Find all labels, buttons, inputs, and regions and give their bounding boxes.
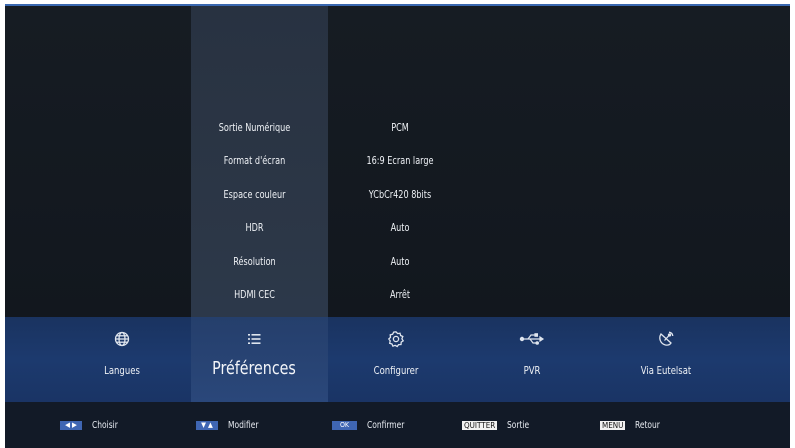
menu-label-configurer: Configurer [373, 365, 419, 377]
list-icon [194, 330, 314, 348]
setting-value-hdr[interactable]: Auto [348, 222, 451, 234]
ok-key-icon: OK [332, 420, 357, 430]
setting-label-hdmi-cec[interactable]: HDMI CEC [196, 289, 314, 301]
setting-value-color-space[interactable]: YCbCr420 8bits [348, 189, 451, 201]
up-down-key-icon: ▼ ▲ [196, 420, 218, 430]
menu-item-pvr[interactable]: PVR [472, 330, 592, 377]
footer-label-confirmer: Confirmer [367, 419, 405, 431]
setting-label-screen-format[interactable]: Format d'écran [196, 155, 314, 167]
footer-hint-sortie: QUITTER Sortie [462, 419, 532, 431]
footer-hint-choisir: ◀ ▶ Choisir [60, 419, 121, 431]
setting-value-resolution[interactable]: Auto [348, 256, 451, 268]
usb-icon [472, 330, 592, 348]
menu-item-via-eutelsat[interactable]: Via Eutelsat [606, 330, 726, 377]
menu-label-via-eutelsat: Via Eutelsat [640, 365, 692, 377]
setting-label-digital-output[interactable]: Sortie Numérique [196, 122, 314, 134]
setting-value-digital-output[interactable]: PCM [348, 122, 451, 134]
footer-hint-modifier: ▼ ▲ Modifier [196, 419, 263, 431]
menu-item-configurer[interactable]: Configurer [336, 330, 456, 377]
menu-label-pvr: PVR [523, 365, 541, 377]
left-right-key-icon: ◀ ▶ [60, 420, 82, 430]
menu-label-langues: Langues [104, 365, 140, 377]
setting-label-color-space[interactable]: Espace couleur [196, 189, 314, 201]
footer-label-retour: Retour [635, 419, 661, 431]
setting-label-resolution[interactable]: Résolution [196, 256, 314, 268]
quitter-key-icon: QUITTER [462, 420, 498, 430]
footer-label-sortie: Sortie [507, 419, 530, 431]
setting-value-screen-format[interactable]: 16:9 Ecran large [348, 155, 451, 167]
menu-item-langues[interactable]: Langues [62, 330, 182, 377]
footer-label-modifier: Modifier [228, 419, 259, 431]
footer-hint-confirmer: OK Confirmer [332, 419, 409, 431]
footer-label-choisir: Choisir [92, 419, 118, 431]
setting-label-hdr[interactable]: HDR [196, 222, 314, 234]
satellite-dish-icon [606, 330, 726, 348]
gear-icon [336, 330, 456, 348]
menu-key-icon: MENU [600, 420, 626, 430]
menu-label-preferences: Préférences [212, 358, 296, 379]
globe-icon [62, 330, 182, 348]
footer-hint-retour: MENU Retour [600, 419, 664, 431]
setting-value-hdmi-cec[interactable]: Arrêt [348, 289, 451, 301]
menu-item-preferences[interactable]: Préférences [194, 330, 314, 379]
